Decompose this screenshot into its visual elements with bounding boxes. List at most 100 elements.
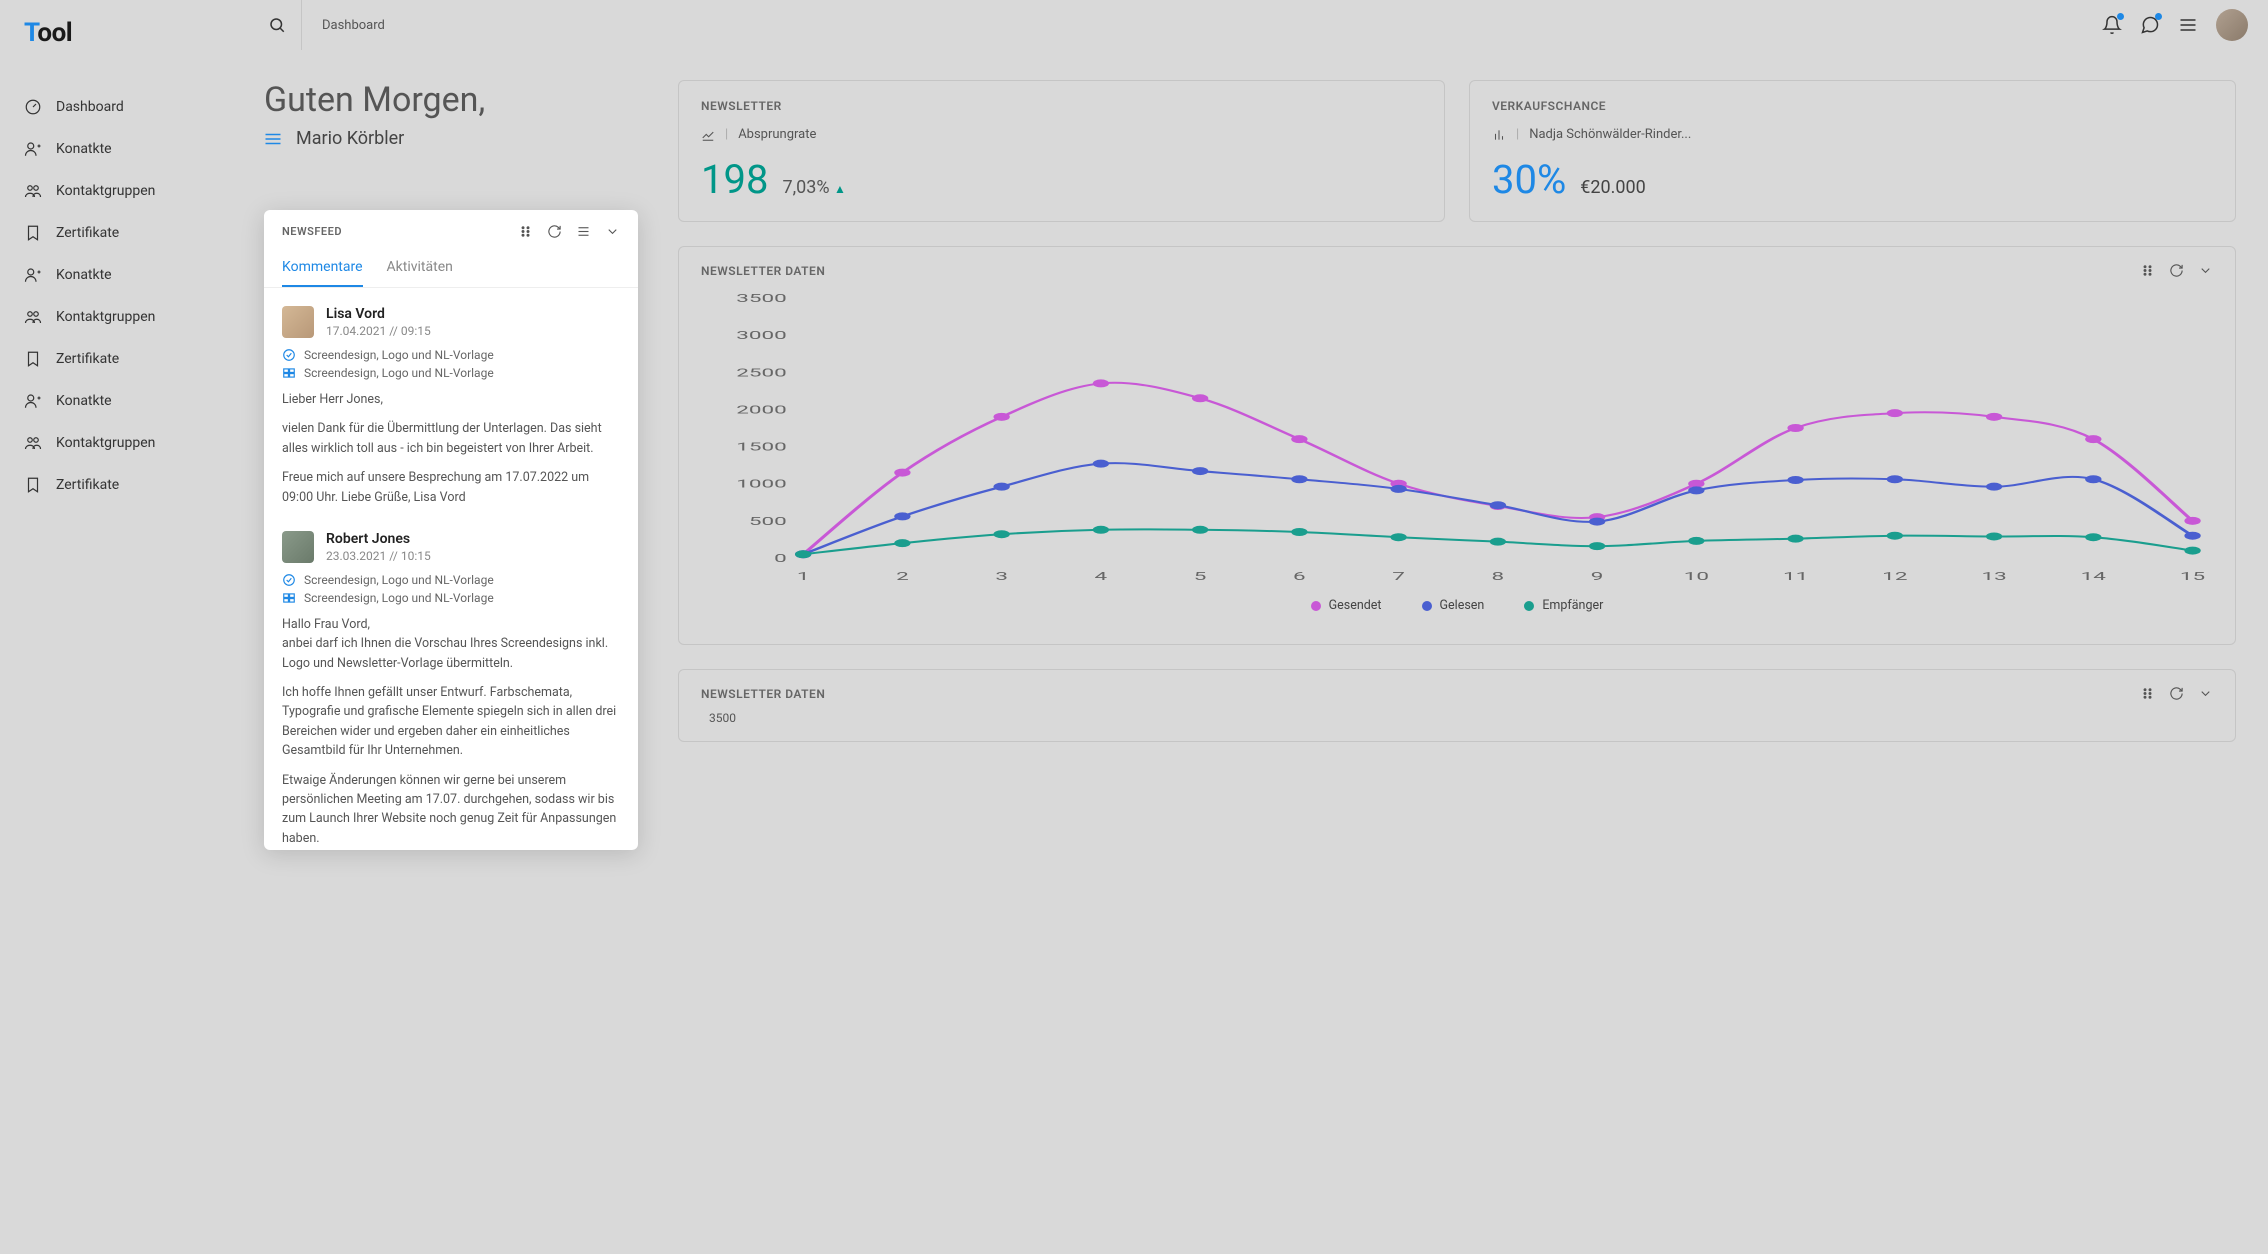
comment-paragraph: Etwaige Änderungen können wir gerne bei …: [282, 771, 620, 849]
chart-svg: 0500100015002000250030003500123456789101…: [701, 288, 2213, 588]
topbar: Dashboard: [232, 0, 2268, 50]
svg-text:11: 11: [1783, 571, 1808, 583]
notifications-button[interactable]: [2102, 15, 2122, 35]
sidebar-item-kontaktgruppen[interactable]: Kontaktgruppen: [0, 296, 232, 338]
refresh-icon[interactable]: [2169, 263, 2184, 278]
sidebar-item-konatkte[interactable]: Konatkte: [0, 254, 232, 296]
stat-label: NEWSLETTER: [701, 99, 1422, 113]
main: Dashboard Guten Morgen,: [232, 0, 2268, 1254]
sidebar-item-label: Konatkte: [56, 267, 112, 283]
search-icon: [268, 16, 286, 34]
sidebar-item-label: Zertifikate: [56, 477, 119, 493]
chart-title: NEWSLETTER DATEN: [701, 264, 825, 278]
logo: Tool: [0, 0, 232, 66]
sidebar-item-label: Kontaktgruppen: [56, 309, 155, 325]
sidebar-item-label: Kontaktgruppen: [56, 435, 155, 451]
sidebar-item-konatkte[interactable]: Konatkte: [0, 128, 232, 170]
legend-label: Empfänger: [1542, 598, 1603, 613]
legend-item[interactable]: Empfänger: [1524, 598, 1603, 613]
comment-paragraph: Lieber Herr Jones,: [282, 390, 620, 409]
sidebar-item-zertifikate[interactable]: Zertifikate: [0, 464, 232, 506]
list-icon: [264, 132, 282, 146]
svg-text:1500: 1500: [736, 441, 787, 453]
comment-author: Lisa Vord: [326, 306, 431, 322]
svg-text:3000: 3000: [736, 330, 787, 342]
sidebar-item-kontaktgruppen[interactable]: Kontaktgruppen: [0, 422, 232, 464]
list-icon[interactable]: [576, 224, 591, 239]
verkauf-stat-card: VERKAUFSCHANCE | Nadja Schönwälder-Rinde…: [1469, 80, 2236, 222]
legend-dot: [1311, 601, 1321, 611]
sidebar-item-zertifikate[interactable]: Zertifikate: [0, 338, 232, 380]
avatar[interactable]: [2216, 9, 2248, 41]
svg-text:4: 4: [1095, 571, 1108, 583]
svg-text:6: 6: [1293, 571, 1306, 583]
sidebar-item-zertifikate[interactable]: Zertifikate: [0, 212, 232, 254]
message-dot: [2155, 13, 2162, 20]
sidebar-item-dashboard[interactable]: Dashboard: [0, 86, 232, 128]
drag-icon[interactable]: [2140, 263, 2155, 278]
messages-button[interactable]: [2140, 15, 2160, 35]
newsletter-stat-card: NEWSLETTER | Absprungrate 198 7,03% ▲: [678, 80, 1445, 222]
refresh-icon[interactable]: [2169, 686, 2184, 701]
refresh-icon[interactable]: [547, 224, 562, 239]
sidebar-item-label: Dashboard: [56, 99, 124, 115]
comment-author: Robert Jones: [326, 531, 431, 547]
stat-sublabel: Absprungrate: [738, 127, 816, 142]
notification-dot: [2117, 13, 2124, 20]
svg-text:1: 1: [797, 571, 810, 583]
chart-y-tick: 3500: [701, 711, 2213, 725]
svg-text:9: 9: [1591, 571, 1604, 583]
tab-aktivitäten[interactable]: Aktivitäten: [387, 249, 453, 287]
comment-tag[interactable]: Screendesign, Logo und NL-Vorlage: [282, 366, 620, 380]
left-column: Guten Morgen, Mario Körbler NEWSFEED: [264, 80, 654, 1224]
stat-sublabel: Nadja Schönwälder-Rinder...: [1529, 127, 1691, 142]
svg-text:7: 7: [1392, 571, 1405, 583]
comment-tag[interactable]: Screendesign, Logo und NL-Vorlage: [282, 573, 620, 587]
svg-text:1000: 1000: [736, 478, 787, 490]
drag-icon[interactable]: [2140, 686, 2155, 701]
svg-text:0: 0: [774, 553, 787, 565]
comment-avatar: [282, 306, 314, 338]
nav-list: Dashboard Konatkte Kontaktgruppen Zertifika…: [0, 66, 232, 526]
stat-percent: 7,03% ▲: [782, 177, 845, 198]
chart-legend: Gesendet Gelesen Empfänger: [701, 598, 2213, 613]
chevron-down-icon[interactable]: [605, 224, 620, 239]
sidebar-item-label: Konatkte: [56, 393, 112, 409]
legend-item[interactable]: Gesendet: [1311, 598, 1382, 613]
newsfeed-body[interactable]: Lisa Vord 17.04.2021 // 09:15 Screendesign…: [264, 288, 638, 850]
svg-text:2000: 2000: [736, 404, 787, 416]
newsletter-chart-card: NEWSLETTER DATEN 05001000150020002500300…: [678, 246, 2236, 645]
sidebar-item-konatkte[interactable]: Konatkte: [0, 380, 232, 422]
sidebar-item-label: Kontaktgruppen: [56, 183, 155, 199]
comment-item: Robert Jones 23.03.2021 // 10:15 Screendes…: [282, 531, 620, 850]
drag-icon[interactable]: [518, 224, 533, 239]
comment-tag[interactable]: Screendesign, Logo und NL-Vorlage: [282, 348, 620, 362]
newsfeed-tabs: Kommentare Aktivitäten: [264, 249, 638, 288]
comment-date: 17.04.2021 // 09:15: [326, 324, 431, 338]
svg-text:3500: 3500: [736, 293, 787, 305]
newsfeed-title: NEWSFEED: [282, 225, 342, 238]
sidebar: Tool Dashboard Konatkte Kontaktgruppen Zert…: [0, 0, 232, 1254]
chevron-down-icon[interactable]: [2198, 263, 2213, 278]
comment-date: 23.03.2021 // 10:15: [326, 549, 431, 563]
svg-text:14: 14: [2081, 571, 2106, 583]
legend-dot: [1422, 601, 1432, 611]
logo-rest: ool: [37, 18, 72, 48]
svg-text:2: 2: [896, 571, 909, 583]
svg-text:8: 8: [1492, 571, 1505, 583]
svg-text:13: 13: [1981, 571, 2006, 583]
sidebar-item-kontaktgruppen[interactable]: Kontaktgruppen: [0, 170, 232, 212]
tab-kommentare[interactable]: Kommentare: [282, 249, 363, 287]
stat-value: 30%: [1492, 156, 1566, 203]
breadcrumb: Dashboard: [322, 18, 385, 33]
greeting-user[interactable]: Mario Körbler: [264, 128, 654, 149]
comment-tag[interactable]: Screendesign, Logo und NL-Vorlage: [282, 591, 620, 605]
svg-text:15: 15: [2180, 571, 2205, 583]
svg-text:500: 500: [749, 516, 787, 528]
search-button[interactable]: [252, 0, 302, 50]
chevron-down-icon[interactable]: [2198, 686, 2213, 701]
stat-label: VERKAUFSCHANCE: [1492, 99, 2213, 113]
logo-letter: T: [24, 18, 37, 48]
legend-item[interactable]: Gelesen: [1422, 598, 1485, 613]
menu-button[interactable]: [2178, 15, 2198, 35]
